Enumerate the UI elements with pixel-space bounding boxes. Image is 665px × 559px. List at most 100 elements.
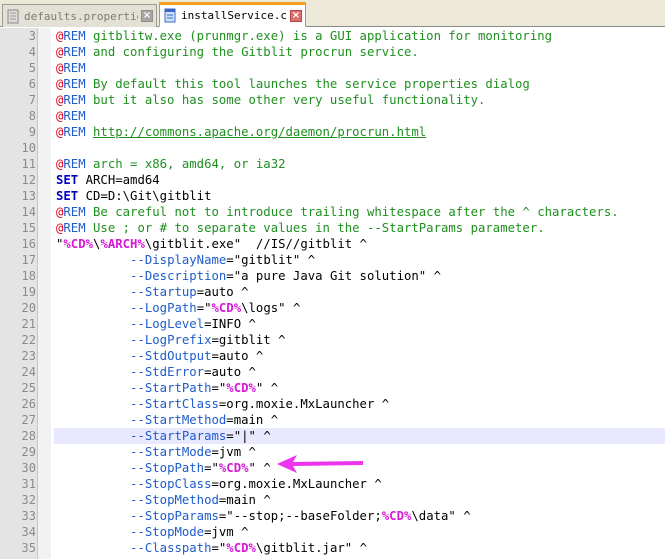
code-line[interactable]: 3 @REM gitblitw.exe (prunmgr.exe) is a GU… bbox=[0, 28, 665, 44]
code-line[interactable]: 24 --StdError=auto ^ bbox=[0, 364, 665, 380]
annotation-arrow-icon bbox=[277, 455, 363, 473]
comment-text: and configuring the Gitblit procrun serv… bbox=[85, 45, 419, 59]
document-icon bbox=[7, 9, 20, 24]
document-icon bbox=[164, 8, 177, 23]
code-editor[interactable]: 3 @REM gitblitw.exe (prunmgr.exe) is a GU… bbox=[0, 28, 665, 559]
code-line[interactable]: 17 --DisplayName="gitblit" ^ bbox=[0, 252, 665, 268]
comment-text: gitblitw.exe (prunmgr.exe) is a GUI appl… bbox=[85, 29, 553, 43]
code-line[interactable]: 31 --StopClass=org.moxie.MxLauncher ^ bbox=[0, 476, 665, 492]
code-line[interactable]: 33 --StopParams="--stop;--baseFolder;%CD… bbox=[0, 508, 665, 524]
line-content: @REM By default this tool launches the s… bbox=[54, 76, 665, 92]
line-content: --LogPrefix=gitblit ^ bbox=[54, 332, 665, 348]
line-number: 23 bbox=[21, 349, 36, 363]
code-line[interactable]: 15 @REM Use ; or # to separate values in … bbox=[0, 220, 665, 236]
code-text: auto ^ bbox=[204, 285, 249, 299]
code-line[interactable]: 6 @REM By default this tool launches the … bbox=[0, 76, 665, 92]
parameter-name: --StdError bbox=[130, 365, 205, 379]
code-line[interactable]: 11 @REM arch = x86, amd64, or ia32 bbox=[0, 156, 665, 172]
code-line[interactable]: 7 @REM but it also has some other very us… bbox=[0, 92, 665, 108]
code-line[interactable]: 18 --Description="a pure Java Git soluti… bbox=[0, 268, 665, 284]
code-line[interactable]: 34 --StopMode=jvm ^ bbox=[0, 524, 665, 540]
code-text: " bbox=[211, 461, 219, 475]
variable: %CD% bbox=[211, 301, 242, 315]
tab-install-service-cmd[interactable]: installService.cmd × bbox=[159, 2, 306, 27]
code-line[interactable]: 12 SET ARCH=amd64 bbox=[0, 172, 665, 188]
code-text: jvm ^ bbox=[218, 445, 256, 459]
operator: = bbox=[211, 541, 219, 555]
variable: %CD% bbox=[381, 509, 412, 523]
code-line[interactable]: 16 "%CD%\%ARCH%\gitblit.exe" //IS//gitbli… bbox=[0, 236, 665, 252]
code-line[interactable]: 25 --StartPath="%CD%" ^ bbox=[0, 380, 665, 396]
line-content: SET CD=D:\Git\gitblit bbox=[54, 188, 665, 204]
code-text: \data" ^ bbox=[411, 509, 471, 523]
line-number: 31 bbox=[21, 477, 36, 491]
parameter-name: --StartClass bbox=[130, 397, 219, 411]
code-lines: 3 @REM gitblitw.exe (prunmgr.exe) is a GU… bbox=[0, 28, 665, 556]
code-line[interactable]: 35 --Classpath="%CD%\gitblit.jar" ^ bbox=[0, 540, 665, 556]
code-line[interactable]: 32 --StopMethod=main ^ bbox=[0, 492, 665, 508]
code-line[interactable]: 28 --StartParams="|" ^ bbox=[0, 428, 665, 444]
close-icon[interactable]: × bbox=[141, 10, 153, 22]
line-number: 15 bbox=[21, 221, 36, 235]
line-number: 17 bbox=[21, 253, 36, 267]
code-text: " bbox=[204, 301, 212, 315]
code-line[interactable]: 26 --StartClass=org.moxie.MxLauncher ^ bbox=[0, 396, 665, 412]
code-text: amd64 bbox=[122, 173, 160, 187]
parameter-name: --StartPath bbox=[130, 381, 212, 395]
parameter-name: --LogPrefix bbox=[130, 333, 212, 347]
line-number: 24 bbox=[21, 365, 36, 379]
code-line[interactable]: 9 @REM http://commons.apache.org/daemon/p… bbox=[0, 124, 665, 140]
code-line[interactable]: 27 --StartMethod=main ^ bbox=[0, 412, 665, 428]
close-icon[interactable]: × bbox=[290, 9, 302, 22]
code-line[interactable]: 8 @REM bbox=[0, 108, 665, 124]
code-line[interactable]: 13 SET CD=D:\Git\gitblit bbox=[0, 188, 665, 204]
code-line[interactable]: 22 --LogPrefix=gitblit ^ bbox=[0, 332, 665, 348]
operator: = bbox=[211, 477, 219, 491]
comment-text: arch = x86, amd64, or ia32 bbox=[85, 157, 286, 171]
line-number: 29 bbox=[21, 445, 36, 459]
line-content: --StdError=auto ^ bbox=[54, 364, 665, 380]
rem-keyword: REM bbox=[63, 77, 86, 91]
line-number: 30 bbox=[21, 461, 36, 475]
parameter-name: --LogLevel bbox=[130, 317, 205, 331]
line-content: @REM but it also has some other very use… bbox=[54, 92, 665, 108]
code-text: org.moxie.MxLauncher ^ bbox=[226, 397, 390, 411]
comment-text: Use ; or # to separate values in the --S… bbox=[85, 221, 545, 235]
code-line[interactable]: 21 --LogLevel=INFO ^ bbox=[0, 316, 665, 332]
code-line[interactable]: 14 @REM Be careful not to introduce trail… bbox=[0, 204, 665, 220]
line-content: --Startup=auto ^ bbox=[54, 284, 665, 300]
code-text: \gitblit.jar" ^ bbox=[255, 541, 367, 555]
operator: = bbox=[204, 461, 212, 475]
comment-text: but it also has some other very useful f… bbox=[85, 93, 486, 107]
line-content: @REM Be careful not to introduce trailin… bbox=[54, 204, 665, 220]
operator: = bbox=[204, 317, 212, 331]
code-line[interactable]: 20 --LogPath="%CD%\logs" ^ bbox=[0, 300, 665, 316]
line-content: --StopMethod=main ^ bbox=[54, 492, 665, 508]
line-number: 22 bbox=[21, 333, 36, 347]
code-line[interactable]: 10 bbox=[0, 140, 665, 156]
line-content: @REM gitblitw.exe (prunmgr.exe) is a GUI… bbox=[54, 28, 665, 44]
code-line[interactable]: 23 --StdOutput=auto ^ bbox=[0, 348, 665, 364]
url-link[interactable]: http://commons.apache.org/daemon/procrun… bbox=[93, 125, 426, 139]
line-content: --StopParams="--stop;--baseFolder;%CD%\d… bbox=[54, 508, 665, 524]
comment-text: By default this tool launches the servic… bbox=[85, 77, 530, 91]
code-line[interactable]: 19 --Startup=auto ^ bbox=[0, 284, 665, 300]
code-line[interactable]: 5 @REM bbox=[0, 60, 665, 76]
line-number: 28 bbox=[21, 429, 36, 443]
line-number: 35 bbox=[21, 541, 36, 555]
line-content: --StopMode=jvm ^ bbox=[54, 524, 665, 540]
line-content: --StartMethod=main ^ bbox=[54, 412, 665, 428]
line-number: 11 bbox=[21, 157, 36, 171]
tab-defaults-properties[interactable]: defaults.properties × bbox=[2, 4, 157, 27]
code-text: jvm ^ bbox=[211, 525, 249, 539]
line-number: 10 bbox=[21, 141, 36, 155]
line-content: --StartParams="|" ^ bbox=[54, 428, 665, 444]
code-line[interactable]: 4 @REM and configuring the Gitblit procru… bbox=[0, 44, 665, 60]
rem-keyword: REM bbox=[63, 205, 86, 219]
